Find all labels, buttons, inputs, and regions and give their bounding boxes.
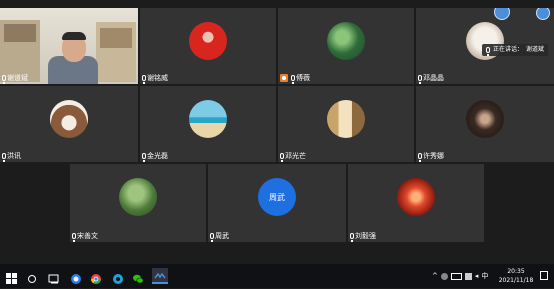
participant-tile-4[interactable]: 正在讲话： 谢道斌 邓晶晶 [416,8,554,84]
participant-name-label: 谢铭威 [142,73,168,84]
participant-tile-5[interactable]: 洪讯 [0,86,138,162]
windows-taskbar: ^ ◂ 中 20:35 2021/11/18 [0,264,554,288]
microphone-icon [350,233,354,242]
wechat-icon[interactable] [132,270,144,284]
volume-icon[interactable]: ◂ [475,272,479,280]
avatar [327,22,365,60]
meeting-app-icon[interactable] [152,268,168,284]
avatar: 周武 [258,178,296,216]
search-icon[interactable] [26,270,38,283]
chevron-up-icon[interactable]: ^ [432,272,438,280]
host-icon [280,74,288,82]
windows-start-icon[interactable] [6,270,18,284]
speaking-indicator: 正在讲话： 谢道斌 [481,44,548,56]
network-icon[interactable] [464,272,472,280]
task-view-icon[interactable] [48,270,60,284]
settings-icon-2[interactable] [536,8,550,20]
participant-tile-7[interactable]: 邓光芒 [278,86,414,162]
microphone-icon [485,47,490,56]
microphone-icon [280,153,284,162]
microphone-icon [142,75,146,84]
app-tray-icon[interactable] [440,272,448,280]
participant-name-label: 谢道斌 [2,73,28,84]
avatar [397,178,435,216]
microphone-icon [210,233,214,242]
avatar [119,178,157,216]
notification-icons-tray[interactable]: ^ ◂ 中 [432,270,492,282]
microphone-icon [142,153,146,162]
participant-tile-6[interactable]: 金光磊 [140,86,276,162]
participant-tile-9[interactable]: 宋善文 [70,164,206,242]
chrome-icon[interactable] [90,270,102,284]
participant-name-label: 洪讯 [2,151,21,162]
participant-tile-8[interactable]: 许秀娜 [416,86,554,162]
microphone-icon [2,75,6,84]
browser-icon[interactable] [70,270,82,284]
participant-tile-2[interactable]: 谢铭威 [140,8,276,84]
settings-icon[interactable] [494,8,510,20]
clock-time: 20:35 [507,268,525,275]
input-method-label[interactable]: 中 [481,271,488,281]
participant-tile-1[interactable]: 谢道斌 [0,8,138,84]
participant-tile-11[interactable]: 刘毅强 [348,164,484,242]
avatar [50,100,88,138]
microphone-icon [291,75,295,84]
participant-name-label: 周武 [210,231,229,242]
avatar-initials: 周武 [269,192,285,202]
participant-name-label: 许秀娜 [418,151,444,162]
clock-date: 2021/11/18 [498,277,534,284]
avatar [466,100,504,138]
participant-tile-3[interactable]: 傅薇 [278,8,414,84]
microphone-icon [418,153,422,162]
participant-name-label: 傅薇 [280,73,310,84]
participant-name-label: 邓光芒 [280,151,306,162]
microphone-icon [2,153,6,162]
avatar [189,100,227,138]
participant-name-label: 宋善文 [72,231,98,242]
participant-name-label: 刘毅强 [350,231,376,242]
avatar [189,22,227,60]
notification-center-icon[interactable] [540,271,548,280]
clock[interactable]: 20:35 2021/11/18 [496,267,536,285]
participant-name-label: 金光磊 [142,151,168,162]
battery-icon [450,272,462,280]
edge-icon[interactable] [112,270,124,284]
microphone-icon [72,233,76,242]
microphone-icon [418,75,422,84]
participant-tile-10[interactable]: 周武 周武 [208,164,346,242]
participant-name-label: 邓晶晶 [418,73,444,84]
avatar [327,100,365,138]
